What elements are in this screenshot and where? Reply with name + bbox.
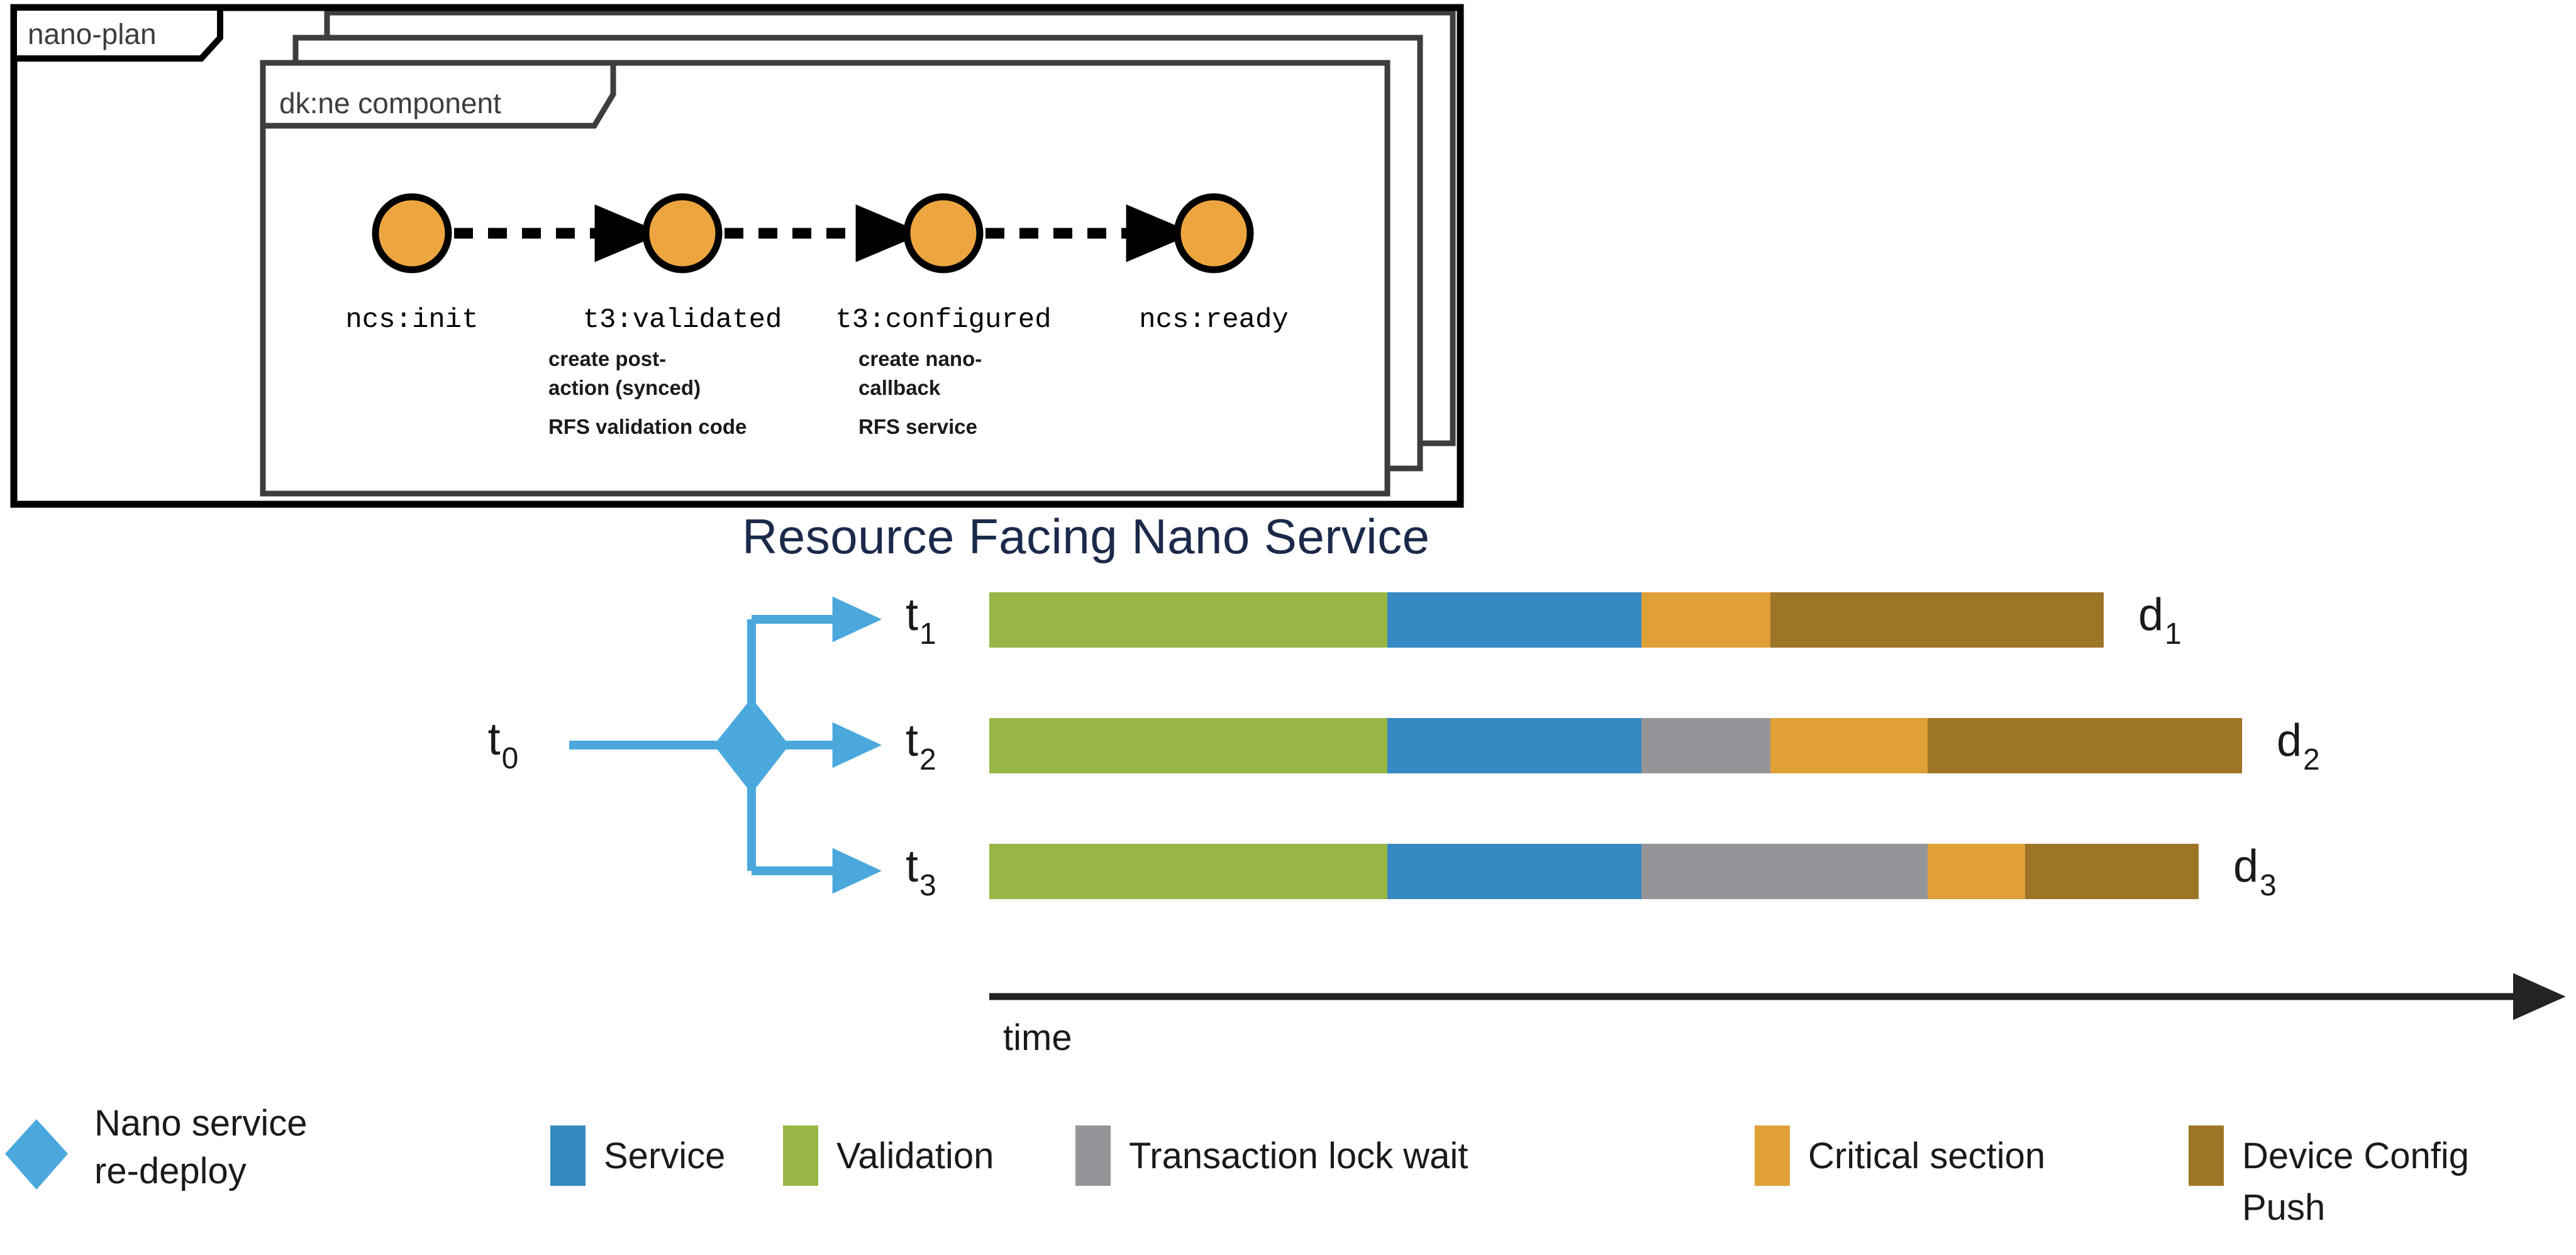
legend-redeploy-label-line-1: re-deploy	[94, 1151, 247, 1191]
legend-redeploy-diamond-icon	[5, 1119, 68, 1190]
bar-segment-t2-transaction-lock-wait	[1641, 718, 1770, 773]
bar-segment-t3-validation	[989, 844, 1387, 899]
bar-segment-t3-device-config-push	[2025, 844, 2199, 899]
row-end-label-d3: d3	[2233, 841, 2277, 902]
bar-segment-t1-service	[1387, 592, 1641, 648]
state-circle-t3-configured[interactable]	[903, 193, 984, 274]
branch-connector	[569, 596, 882, 894]
state-note-2-line-1: callback	[858, 376, 941, 399]
bar-segment-t2-service	[1387, 718, 1641, 773]
legend-label-device-config-push-line-1: Push	[2242, 1187, 2325, 1228]
gantt-bars	[989, 592, 2242, 899]
bar-segment-t3-transaction-lock-wait	[1641, 844, 1928, 899]
bar-segment-t2-validation	[989, 718, 1387, 773]
state-circle-t3-validated[interactable]	[642, 193, 723, 274]
bar-segment-t1-device-config-push	[1770, 592, 2104, 648]
row-end-label-d2: d2	[2277, 716, 2320, 777]
state-circle-ncs-ready[interactable]	[1174, 193, 1254, 274]
state-circle-ncs-init[interactable]	[372, 193, 452, 274]
state-name-3: ncs:ready	[1139, 304, 1289, 336]
state-note-1-line-0: create post-	[548, 347, 666, 370]
legend-swatch-device-config-push	[2189, 1125, 2224, 1186]
legend: Nano service re-deploy Service Validatio…	[5, 1103, 2469, 1228]
state-name-1: t3:validated	[583, 304, 782, 336]
nano-redeploy-diamond-icon[interactable]	[714, 698, 789, 793]
legend-label-device-config-push-line-0: Device Config	[2242, 1136, 2469, 1176]
legend-label-critical-section: Critical section	[1808, 1136, 2045, 1176]
row-label-t1: t1	[906, 590, 936, 651]
dkne-component-frame-label: dk:ne component	[279, 87, 501, 119]
legend-label-transaction-lock-wait: Transaction lock wait	[1129, 1136, 1468, 1176]
legend-swatch-service	[550, 1125, 586, 1186]
legend-redeploy-label-line-0: Nano service	[94, 1103, 307, 1144]
legend-swatch-critical-section	[1755, 1125, 1790, 1186]
state-note-2-line-0: create nano-	[858, 347, 982, 370]
state-name-2: t3:configured	[835, 304, 1051, 336]
page-title: Resource Facing Nano Service	[742, 509, 1430, 564]
bar-segment-t3-critical-section	[1928, 844, 2025, 899]
state-note-1-line-1: action (synced)	[548, 376, 701, 399]
legend-swatch-transaction-lock-wait	[1075, 1125, 1111, 1186]
bar-segment-t2-device-config-push	[1928, 718, 2242, 773]
legend-label-service: Service	[604, 1136, 725, 1176]
row-end-label-d1: d1	[2138, 590, 2182, 651]
row-label-t2: t2	[906, 716, 936, 777]
state-note-2-line-2: RFS service	[858, 415, 977, 438]
nano-plan-section: nano-plan dk:ne component ncs:init t3:va…	[5, 4, 2566, 1228]
nano-plan-frame-label: nano-plan	[28, 18, 157, 50]
bar-segment-t1-critical-section	[1641, 592, 1770, 648]
diagram-canvas: nano-plan dk:ne component ncs:init t3:va…	[0, 0, 2576, 1255]
legend-label-validation: Validation	[836, 1136, 994, 1176]
legend-swatch-validation	[783, 1125, 818, 1186]
row-label-t3: t3	[906, 841, 936, 902]
state-note-1-line-2: RFS validation code	[548, 415, 747, 438]
time-axis-label: time	[1003, 1017, 1072, 1058]
bar-segment-t2-critical-section	[1770, 718, 1928, 773]
bar-segment-t1-validation	[989, 592, 1387, 648]
timeline-origin-label: t0	[488, 714, 519, 775]
bar-segment-t3-service	[1387, 844, 1641, 899]
state-name-0: ncs:init	[345, 304, 478, 336]
